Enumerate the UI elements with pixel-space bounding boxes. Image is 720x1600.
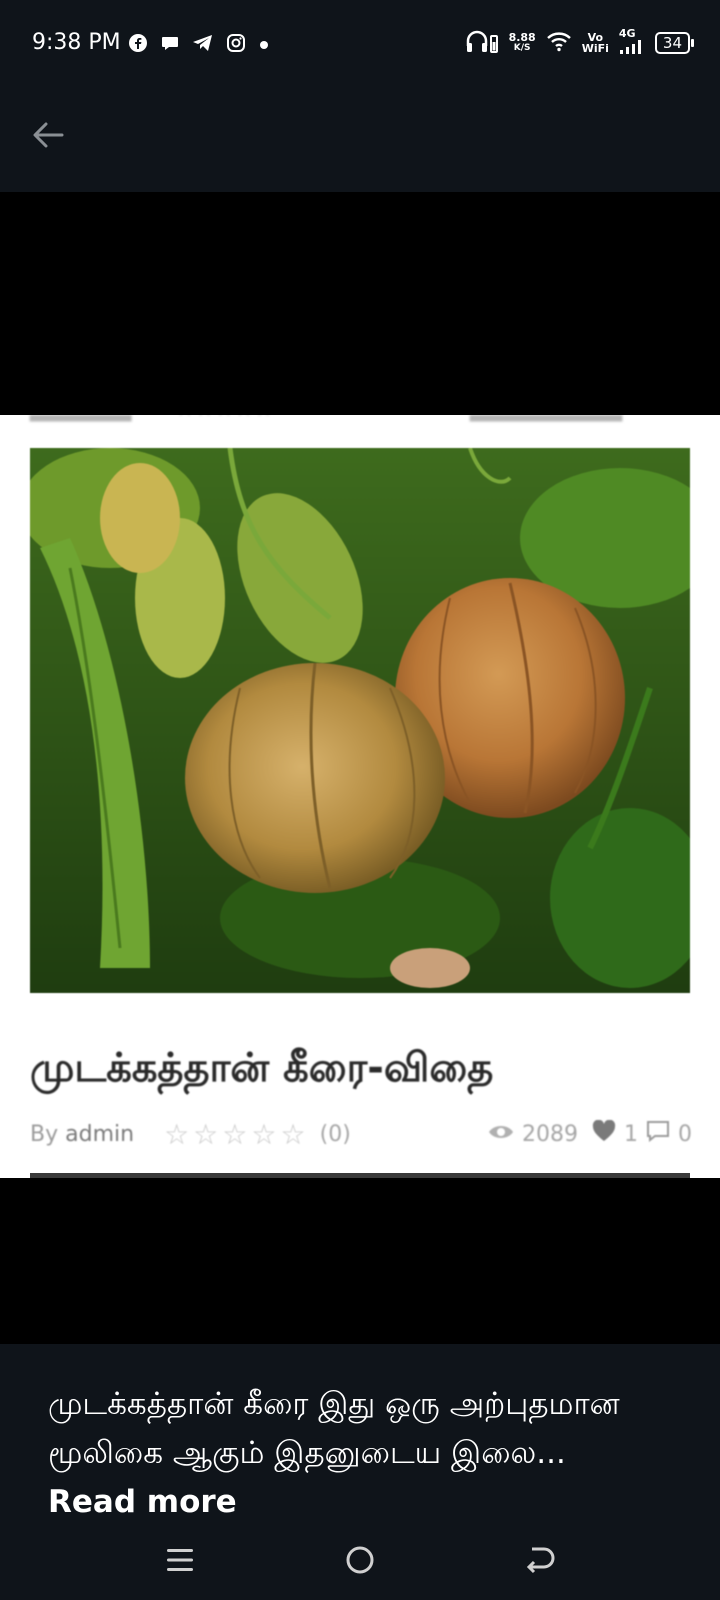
author-name: admin (65, 1121, 135, 1147)
app-bar (0, 95, 720, 192)
star-icon: ☆ (193, 1117, 219, 1151)
status-time: 9:38 PM (32, 30, 121, 55)
back-button[interactable] (28, 115, 68, 155)
eye-icon (488, 1122, 514, 1147)
rating-count: (0) (319, 1121, 351, 1147)
read-more-link[interactable]: Read more (48, 1484, 237, 1520)
network-type: 4G (618, 27, 636, 40)
network-speed-value: 8.88 (508, 31, 536, 44)
caption-text: முடக்கத்தான் கீரை இது ஒரு அற்புதமான மூலி… (48, 1386, 620, 1471)
media-viewer[interactable]: ▂▂▂▂▂▂ ☆☆☆☆☆ ▂▂▂▂▂▂▂▂▂ (0, 192, 720, 1344)
card-bottom-edge (30, 1173, 690, 1178)
chat-icon (160, 33, 180, 57)
arrow-left-icon (33, 122, 64, 148)
telegram-icon (192, 33, 214, 57)
network-speed-unit: K/S (513, 43, 531, 53)
dot-icon (258, 36, 270, 55)
likes-count: 1 (624, 1121, 638, 1147)
post-stats: 2089 1 0 (488, 1119, 692, 1148)
network-speed: 8.88 K/S (509, 32, 536, 54)
post-meta: By admin ☆ ☆ ☆ ☆ ☆ (0) 2089 1 0 (30, 1117, 692, 1151)
previous-meta-row-cut: ▂▂▂▂▂▂ ☆☆☆☆☆ ▂▂▂▂▂▂▂▂▂ (0, 415, 720, 429)
menu-icon (167, 1549, 193, 1571)
comments-count: 0 (678, 1121, 692, 1147)
instagram-icon (226, 33, 246, 57)
comment-icon (646, 1120, 670, 1148)
recent-apps-button[interactable] (150, 1530, 210, 1590)
author-byline: By admin (30, 1122, 134, 1147)
status-bar: 9:38 PM 8.88 K/S Vo WiFi 4G 34 (0, 0, 720, 95)
system-nav-bar (0, 1530, 720, 1590)
notification-icons (128, 33, 270, 57)
battery-indicator: 34 (654, 32, 695, 54)
star-icon: ☆ (251, 1117, 277, 1151)
by-label: By (30, 1121, 59, 1147)
status-right-group: 8.88 K/S Vo WiFi 4G 34 (465, 28, 695, 58)
post-photo (30, 448, 690, 993)
post-title: முடக்கத்தான் கீரை-விதை (30, 1045, 494, 1091)
star-icon: ☆ (222, 1117, 248, 1151)
home-circle-icon (346, 1546, 374, 1574)
signal-icon (619, 39, 645, 58)
headphones-icon (465, 28, 499, 58)
heart-icon (592, 1119, 616, 1148)
star-icon: ☆ (164, 1117, 190, 1151)
back-nav-button[interactable] (510, 1530, 570, 1590)
star-icon: ☆ (280, 1117, 306, 1151)
vowifi-bottom: WiFi (581, 42, 609, 55)
post-card-image: ▂▂▂▂▂▂ ☆☆☆☆☆ ▂▂▂▂▂▂▂▂▂ (0, 415, 720, 1178)
cellular-indicator: 4G (619, 28, 645, 58)
views-count: 2089 (522, 1121, 578, 1147)
vowifi-indicator: Vo WiFi (582, 32, 609, 54)
caption: முடக்கத்தான் கீரை இது ஒரு அற்புதமான மூலி… (48, 1380, 648, 1527)
facebook-icon (128, 33, 148, 57)
back-nav-icon (526, 1547, 555, 1574)
wifi-icon (546, 30, 572, 56)
rating-stars: ☆ ☆ ☆ ☆ ☆ (164, 1118, 306, 1151)
home-button[interactable] (330, 1530, 390, 1590)
physalis-fruit-image (30, 448, 690, 993)
